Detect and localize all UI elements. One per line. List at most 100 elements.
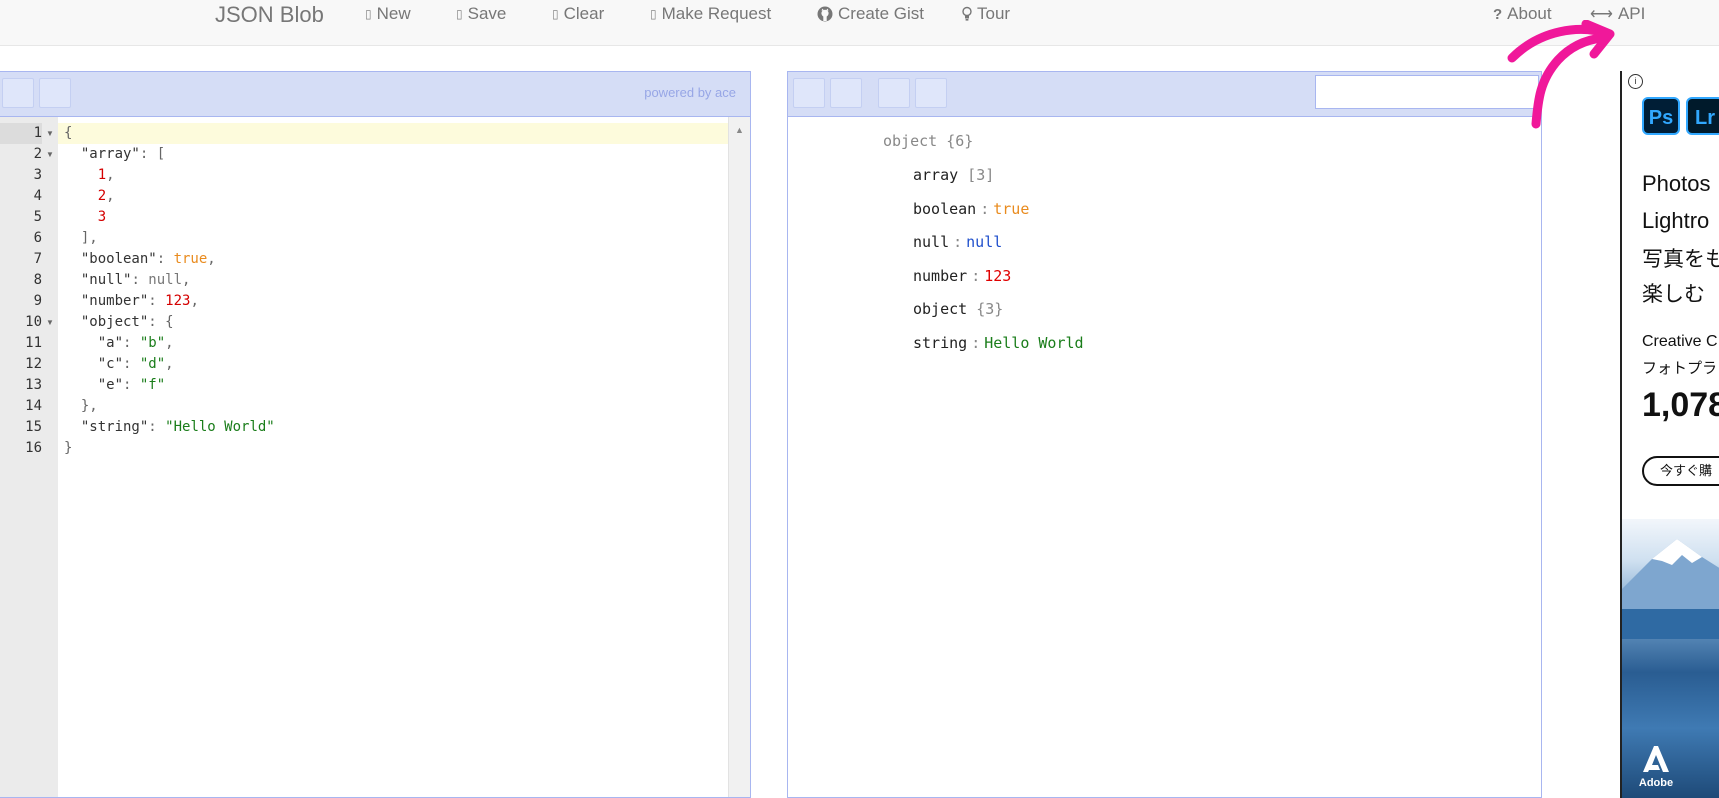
line-number: 2 xyxy=(33,146,42,162)
ad-info-icon[interactable]: i xyxy=(1628,74,1643,89)
expand-all-button[interactable] xyxy=(793,78,825,108)
tree-value[interactable]: Hello World xyxy=(984,334,1083,352)
code-editor-panel: powered by ace 1 2 3 4 5 6 7 8 9 10 11 1… xyxy=(0,71,751,798)
tree-key: array xyxy=(913,166,959,184)
tree-value[interactable]: 123 xyxy=(984,267,1011,285)
code-line: { xyxy=(64,125,73,141)
ad-price: 1,078 xyxy=(1642,386,1719,424)
adobe-advertisement[interactable]: i Ps Lr Photos Lightro 写真をも 楽しむ Creative… xyxy=(1620,71,1719,798)
compact-button[interactable] xyxy=(39,78,71,108)
fold-arrow-icon[interactable]: ▼ xyxy=(45,123,55,144)
code-line: "string": "Hello World" xyxy=(80,419,275,435)
file-icon: ▯ xyxy=(365,7,372,21)
editor-toolbar: powered by ace xyxy=(0,72,750,117)
line-number: 13 xyxy=(25,377,42,393)
create-gist-label: Create Gist xyxy=(838,4,924,23)
tree-key: number xyxy=(913,266,968,285)
code-line: "c": "d", xyxy=(97,356,174,372)
lightroom-app-icon: Lr xyxy=(1686,97,1719,135)
tree-row-array[interactable]: array [3] xyxy=(913,164,994,186)
code-line: "e": "f" xyxy=(97,377,166,393)
tree-row-string[interactable]: string: Hello World xyxy=(913,332,1084,354)
ad-headline-2: Lightro xyxy=(1642,208,1710,233)
code-line: ], xyxy=(64,230,98,246)
make-request-button[interactable]: ▯ Make Request xyxy=(650,4,771,24)
adobe-brand-label: Adobe xyxy=(1638,777,1674,789)
tree-view-panel: object {6} array [3] boolean: true null: nul… xyxy=(787,71,1542,798)
clear-button[interactable]: ▯ Clear xyxy=(552,4,604,24)
redo-button[interactable] xyxy=(915,78,947,108)
powered-by-ace-link[interactable]: powered by ace xyxy=(644,85,736,100)
tree-root-row[interactable]: object {6} xyxy=(883,130,973,152)
save-button[interactable]: ▯ Save xyxy=(456,4,506,24)
ad-subtext-2: フォトプラ xyxy=(1642,360,1718,377)
tree-separator: : xyxy=(953,233,963,251)
tree-separator: : xyxy=(980,199,990,218)
code-line: "object": { xyxy=(80,314,174,330)
code-line: 2, xyxy=(97,188,115,204)
tour-label: Tour xyxy=(977,4,1011,23)
line-number: 10 xyxy=(25,314,42,330)
fold-arrow-icon[interactable]: ▼ xyxy=(45,312,55,333)
undo-button[interactable] xyxy=(878,78,910,108)
save-icon: ▯ xyxy=(456,7,463,21)
new-button[interactable]: ▯ New xyxy=(365,4,411,24)
line-number: 6 xyxy=(33,230,42,246)
annotation-arrow-icon xyxy=(1507,20,1615,129)
fold-arrow-icon[interactable]: ▼ xyxy=(45,144,55,165)
code-line: "boolean": true, xyxy=(80,251,216,267)
line-number: 9 xyxy=(33,293,42,309)
line-number: 4 xyxy=(33,188,42,204)
tour-button[interactable]: Tour xyxy=(962,4,1010,24)
tree-row-object[interactable]: object {3} xyxy=(913,298,1003,320)
tree-toolbar xyxy=(788,72,1541,117)
tree-row-null[interactable]: null: null xyxy=(913,231,1002,253)
api-label: API xyxy=(1617,4,1646,23)
tree-row-boolean[interactable]: boolean: true xyxy=(913,198,1029,220)
tree-key: boolean xyxy=(913,199,977,218)
line-number: 3 xyxy=(33,167,42,183)
collapse-all-button[interactable] xyxy=(830,78,862,108)
github-icon xyxy=(817,6,833,22)
code-text-area[interactable]: { "array": [ 1, 2, 3 ], "boolean": true,… xyxy=(58,117,728,797)
brand-logo[interactable]: JSON Blob xyxy=(215,2,324,28)
ad-headline-3: 写真をも xyxy=(1642,248,1719,271)
tree-separator: : xyxy=(971,266,981,285)
create-gist-button[interactable]: Create Gist xyxy=(817,4,924,24)
make-request-label: Make Request xyxy=(661,4,772,23)
ad-cta-button[interactable]: 今すぐ購 xyxy=(1642,456,1719,486)
tree-value[interactable]: null xyxy=(966,233,1002,251)
line-number: 8 xyxy=(33,272,42,288)
line-number: 11 xyxy=(25,335,42,351)
line-number: 12 xyxy=(25,356,42,372)
tree-key: string xyxy=(913,333,968,352)
new-label: New xyxy=(376,4,411,23)
code-line: "number": 123, xyxy=(80,293,199,309)
adobe-logo-icon: Adobe xyxy=(1636,744,1676,792)
lightbulb-icon xyxy=(962,6,972,21)
tree-row-number[interactable]: number:123 xyxy=(913,265,1011,287)
scroll-up-arrow-icon[interactable]: ▲ xyxy=(729,125,750,135)
code-line: }, xyxy=(64,398,98,414)
tree-value[interactable]: true xyxy=(993,200,1029,218)
editor-scrollbar[interactable]: ▲ xyxy=(728,117,750,797)
format-button[interactable] xyxy=(2,78,34,108)
top-navbar: JSON Blob ▯ New ▯ Save ▯ Clear ▯ Make Re… xyxy=(0,0,1719,46)
tree-root-key: object xyxy=(883,132,938,150)
code-line: "a": "b", xyxy=(97,335,174,351)
tree-root-type: {6} xyxy=(946,132,974,150)
active-line-highlight xyxy=(58,123,728,144)
tree-key: object xyxy=(913,300,968,318)
code-line: "null": null, xyxy=(80,272,191,288)
line-number: 15 xyxy=(25,419,42,435)
code-line: "array": [ xyxy=(80,146,166,162)
photoshop-app-icon: Ps xyxy=(1642,97,1680,135)
ad-mountain-photo: Adobe xyxy=(1622,519,1719,798)
tree-type-count: {3} xyxy=(967,300,1004,318)
tree-separator: : xyxy=(971,333,981,352)
line-number: 5 xyxy=(33,209,42,225)
tree-type-count: [3] xyxy=(958,166,995,184)
request-icon: ▯ xyxy=(650,7,657,21)
save-label: Save xyxy=(467,4,507,23)
line-number-gutter: 1 2 3 4 5 6 7 8 9 10 11 12 13 14 15 16 ▼… xyxy=(0,117,58,797)
